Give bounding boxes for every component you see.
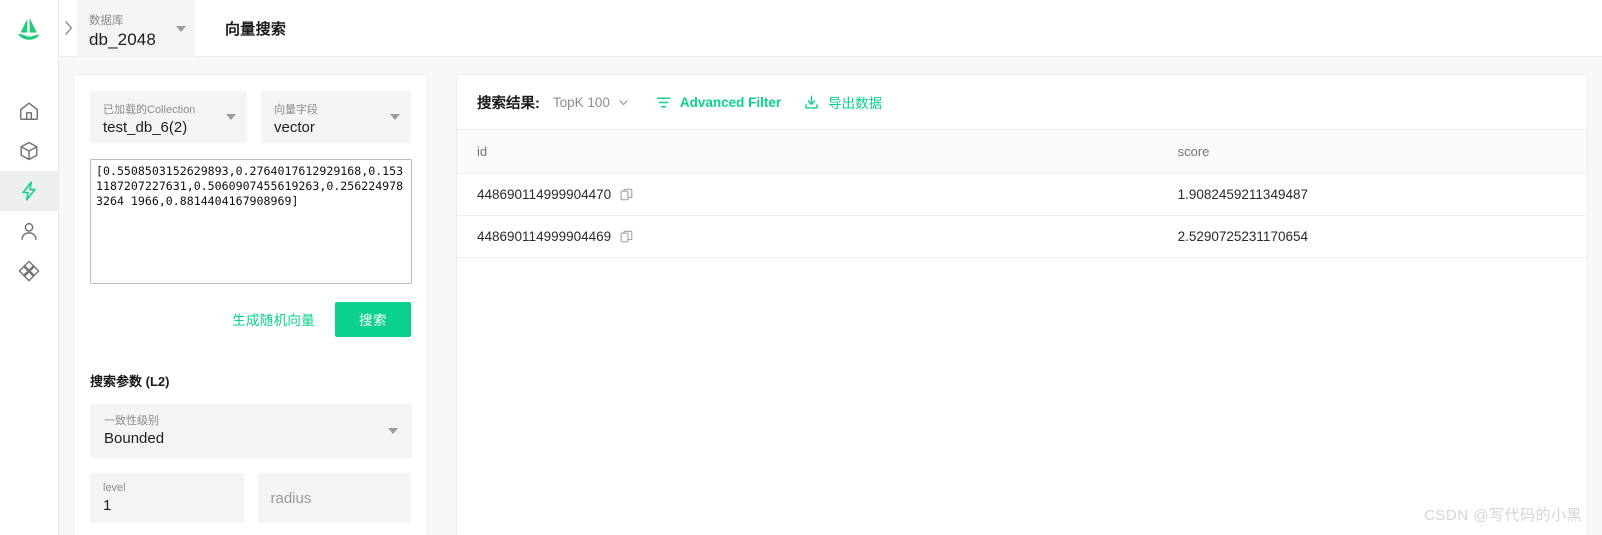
results-title: 搜索结果: xyxy=(477,95,540,112)
vector-field-select-label: 向量字段 xyxy=(274,104,318,116)
chevron-down-icon xyxy=(619,99,628,105)
rail-item-list xyxy=(0,57,59,291)
advanced-filter-label: Advanced Filter xyxy=(679,94,782,110)
vector-field-select-value: vector xyxy=(274,119,315,136)
sidebar-item-users[interactable] xyxy=(0,211,59,251)
consistency-level-select[interactable]: 一致性级别 Bounded xyxy=(90,404,412,458)
results-table-head: id score xyxy=(457,129,1587,174)
result-id-value: 448690114999904469 xyxy=(477,229,612,244)
advanced-filter-button[interactable]: Advanced Filter xyxy=(655,94,781,111)
left-nav-rail xyxy=(0,0,59,535)
search-actions: 生成随机向量 搜索 xyxy=(90,301,411,337)
topk-label: TopK 100 xyxy=(552,94,610,110)
cell-score: 1.9082459211349487 xyxy=(1157,173,1587,216)
consistency-level-label: 一致性级别 xyxy=(104,414,159,427)
filter-icon xyxy=(656,97,671,107)
results-table: id score 448690114999904470 1.9082459211… xyxy=(457,129,1587,258)
search-results-panel: 搜索结果: TopK 100 Advanced Filter 导出数据 id s… xyxy=(456,74,1588,535)
search-button[interactable]: 搜索 xyxy=(335,301,411,337)
column-header-id[interactable]: id xyxy=(457,129,1158,174)
watermark: CSDN @写代码的小黑 xyxy=(1424,507,1582,524)
nav-collapse-toggle[interactable] xyxy=(59,0,77,56)
cell-id: 448690114999904469 xyxy=(457,215,1158,258)
generate-random-vector-button[interactable]: 生成随机向量 xyxy=(222,301,325,337)
param-fields-row: level 1 radius xyxy=(90,473,411,523)
column-header-score[interactable]: score xyxy=(1157,129,1587,174)
sidebar-item-home[interactable] xyxy=(0,91,59,131)
copy-icon[interactable] xyxy=(620,188,633,201)
collection-select-label: 已加载的Collection xyxy=(103,104,196,116)
sidebar-item-vector-search[interactable] xyxy=(0,171,59,211)
table-header-row: id score xyxy=(457,129,1587,174)
result-id-value: 448690114999904470 xyxy=(477,187,612,202)
app-logo[interactable] xyxy=(0,0,59,57)
search-params-title: 搜索参数 (L2) xyxy=(90,374,170,389)
diamond-grid-icon xyxy=(18,260,40,282)
user-icon xyxy=(21,222,37,240)
lightning-bolt-icon xyxy=(22,181,36,201)
table-row[interactable]: 448690114999904469 2.5290725231170654 xyxy=(457,215,1587,258)
caret-down-icon xyxy=(176,25,186,32)
search-config-panel: 已加载的Collection test_db_6(2) 向量字段 vector … xyxy=(73,74,428,535)
id-cell-wrap: 448690114999904469 xyxy=(477,229,1158,244)
cell-id: 448690114999904470 xyxy=(457,173,1158,216)
level-field-value: 1 xyxy=(103,496,112,514)
topk-selector[interactable]: TopK 100 xyxy=(553,95,629,110)
top-header: 数据库 db_2048 向量搜索 xyxy=(59,0,1602,57)
copy-icon[interactable] xyxy=(620,230,633,243)
vector-field-select[interactable]: 向量字段 vector xyxy=(261,91,411,143)
export-data-label: 导出数据 xyxy=(828,96,883,111)
collection-select-value: test_db_6(2) xyxy=(103,119,188,136)
database-selector-value: db_2048 xyxy=(89,30,156,49)
level-field[interactable]: level 1 xyxy=(90,473,244,523)
consistency-level-value: Bounded xyxy=(104,429,165,447)
milvus-sailboat-logo-icon xyxy=(18,17,40,40)
radius-field-placeholder: radius xyxy=(270,489,312,507)
results-table-body: 448690114999904470 1.9082459211349487 44… xyxy=(457,173,1587,258)
radius-field[interactable]: radius xyxy=(257,473,411,523)
chevron-right-icon xyxy=(64,21,72,35)
cube-icon xyxy=(20,141,38,161)
database-selector[interactable]: 数据库 db_2048 xyxy=(77,0,195,57)
home-icon xyxy=(20,102,38,120)
export-data-button[interactable]: 导出数据 xyxy=(803,92,882,112)
level-field-label: level xyxy=(103,481,126,494)
caret-down-icon xyxy=(226,114,236,120)
id-cell-wrap: 448690114999904470 xyxy=(477,187,1158,202)
app-root: 数据库 db_2048 向量搜索 已加载的Collection test_db_… xyxy=(0,0,1602,535)
collection-select[interactable]: 已加载的Collection test_db_6(2) xyxy=(90,91,247,143)
page-title: 向量搜索 xyxy=(225,20,287,38)
vector-input[interactable] xyxy=(90,159,412,284)
caret-down-icon xyxy=(390,114,400,120)
sidebar-item-system[interactable] xyxy=(0,251,59,291)
cell-score: 2.5290725231170654 xyxy=(1157,215,1587,258)
database-selector-label: 数据库 xyxy=(89,15,124,27)
results-toolbar: 搜索结果: TopK 100 Advanced Filter 导出数据 xyxy=(457,75,1587,129)
table-row[interactable]: 448690114999904470 1.9082459211349487 xyxy=(457,173,1587,216)
caret-down-icon xyxy=(388,428,398,434)
sidebar-item-collections[interactable] xyxy=(0,131,59,171)
selectors-row: 已加载的Collection test_db_6(2) 向量字段 vector xyxy=(90,91,411,143)
download-icon xyxy=(805,95,818,109)
